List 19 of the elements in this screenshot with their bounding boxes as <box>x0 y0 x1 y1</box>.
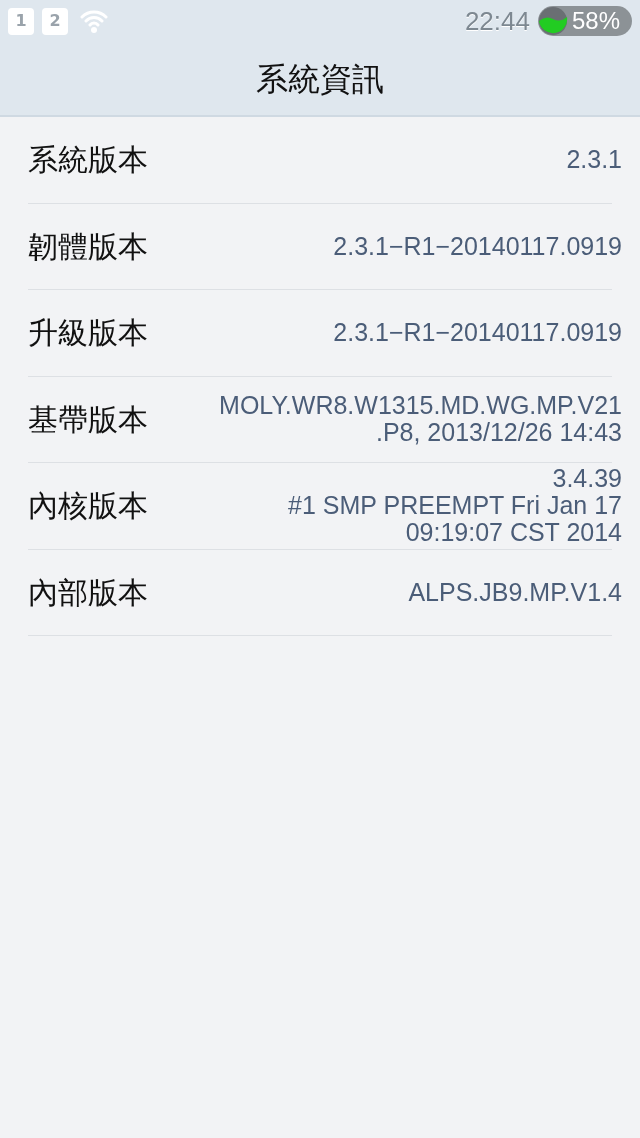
row-label: 升級版本 <box>28 314 148 353</box>
row-value: 2.3.1 <box>566 146 622 174</box>
row-label: 內核版本 <box>28 487 148 526</box>
sim-card-icon: 2 <box>42 7 68 35</box>
screen-title: 系統資訊 <box>256 58 384 100</box>
row-value: ALPS.JB9.MP.V1.4 <box>408 578 622 606</box>
wifi-icon <box>80 8 108 34</box>
row-value: MOLY.WR8.W1315.MD.WG.MP.V21 .P8, 2013/12/26 14:43 <box>219 392 622 447</box>
sim-card-icon: 1 <box>8 7 34 35</box>
clock-time: 22:44 <box>464 4 530 38</box>
row-label: 基帶版本 <box>28 400 148 439</box>
row-value: 3.4.39 #1 SMP PREEMPT Fri Jan 17 09:19:07 CST 2014 <box>288 465 622 547</box>
row-label: 系統版本 <box>28 141 148 180</box>
row-label: 韌體版本 <box>28 227 148 266</box>
battery-icon <box>537 6 568 36</box>
battery-indicator: 58% <box>537 6 632 36</box>
row-value: 2.3.1−R1−20140117.0919 <box>333 232 622 260</box>
row-value: 2.3.1−R1−20140117.0919 <box>333 319 622 347</box>
row-label: 內部版本 <box>28 573 148 612</box>
